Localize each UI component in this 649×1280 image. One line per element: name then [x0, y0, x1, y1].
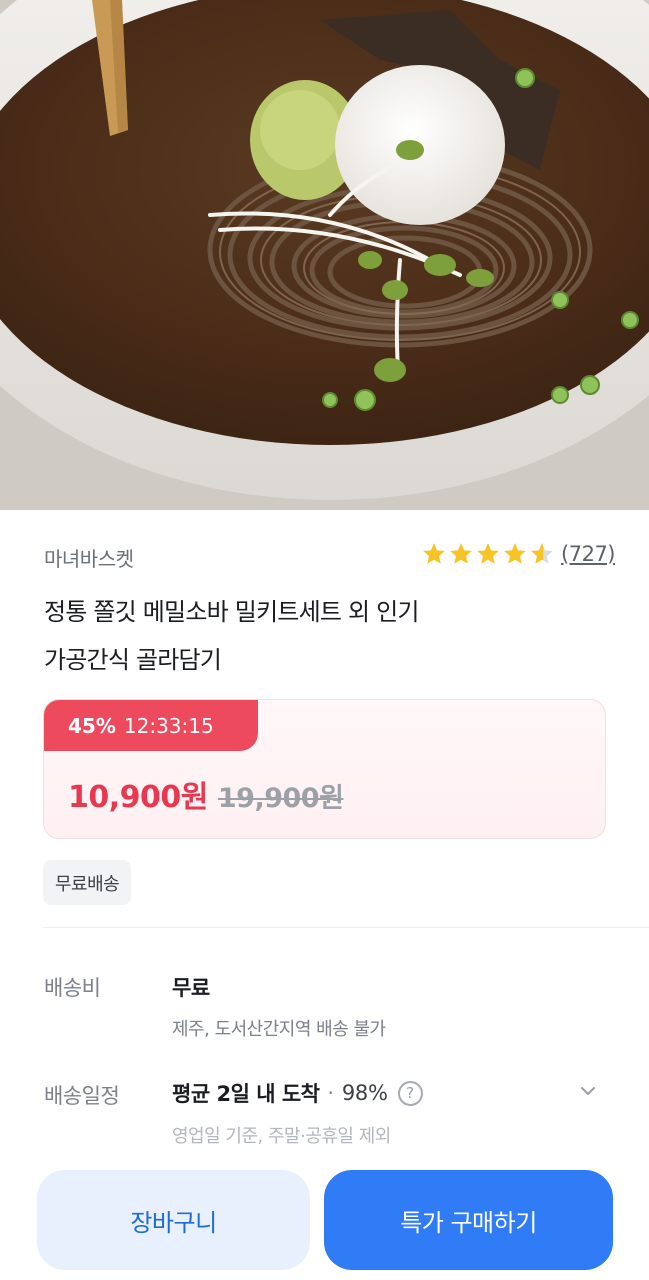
separator-dot: ·	[327, 1081, 334, 1105]
add-to-cart-button[interactable]: 장바구니	[37, 1170, 310, 1270]
chevron-down-icon[interactable]	[579, 1082, 597, 1100]
delivery-rate: 98%	[341, 1081, 388, 1105]
buy-now-button[interactable]: 특가 구매하기	[324, 1170, 613, 1270]
star-icon	[450, 543, 472, 564]
divider	[43, 927, 649, 928]
shipping-fee-label: 배송비	[44, 976, 101, 1000]
delivery-schedule-note: 영업일 기준, 주말·공휴일 제외	[172, 1126, 391, 1147]
price-box: 45% 12:33:15 10,900원 19,900원	[43, 699, 606, 839]
free-shipping-tag: 무료배송	[43, 860, 132, 905]
rating[interactable]: (727)	[421, 541, 615, 567]
delivery-schedule-label: 배송일정	[44, 1084, 120, 1108]
star-icon	[477, 543, 499, 564]
discount-rate: 45%	[68, 713, 116, 738]
timer-badge: 45% 12:33:15	[44, 700, 258, 751]
help-icon[interactable]: ?	[397, 1080, 423, 1106]
star-icon	[504, 543, 526, 564]
shipping-fee-note: 제주, 도서산간지역 배송 불가	[172, 1019, 386, 1040]
product-detail-page: 마녀바스켓 (727) 정통 쫄깃 메밀소바 밀키트세트 외 인기 가공간식 골…	[0, 0, 649, 1280]
product-title: 정통 쫄깃 메밀소바 밀키트세트 외 인기 가공간식 골라담기	[44, 588, 604, 684]
review-count-link[interactable]: (727)	[561, 542, 615, 566]
delivery-schedule-value: 평균 2일 내 도착	[172, 1082, 320, 1106]
countdown-timer: 12:33:15	[123, 713, 214, 738]
product-title-line-1: 정통 쫄깃 메밀소바 밀키트세트 외 인기	[44, 598, 419, 626]
rating-stars	[421, 541, 555, 567]
sale-price: 10,900원	[68, 780, 208, 815]
product-image[interactable]	[0, 0, 649, 510]
delivery-schedule[interactable]: 평균 2일 내 도착 · 98% ?	[172, 1078, 423, 1108]
seller-name[interactable]: 마녀바스켓	[44, 543, 134, 572]
price-row: 10,900원 19,900원	[68, 772, 344, 816]
shipping-fee-value: 무료	[172, 976, 210, 1000]
original-price: 19,900원	[217, 783, 344, 814]
star-half-icon	[531, 543, 553, 564]
star-icon	[423, 543, 445, 564]
product-title-line-2: 가공간식 골라담기	[44, 646, 222, 674]
